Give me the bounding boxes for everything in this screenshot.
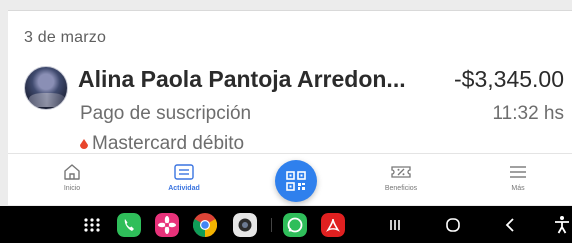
transaction-time: 11:32 hs [492, 103, 564, 124]
avatar [24, 66, 68, 110]
dock-separator [271, 218, 272, 232]
qr-code-icon [286, 171, 306, 191]
recents-icon[interactable] [383, 213, 407, 237]
nav-item-actividad[interactable]: Actividad [144, 164, 224, 192]
discount-ticket-icon [391, 166, 411, 178]
nav-item-mas[interactable]: Más [478, 164, 558, 192]
qr-scan-button[interactable] [275, 160, 317, 202]
pdf-reader-icon[interactable] [321, 213, 345, 237]
home-icon [64, 164, 80, 180]
nav-item-beneficios[interactable]: Beneficios [361, 164, 441, 192]
nav-label-mas: Más [511, 185, 525, 192]
nav-label-inicio: Inicio [63, 185, 81, 192]
activity-list-icon [174, 164, 194, 180]
back-icon[interactable] [499, 213, 523, 237]
payment-method: Mastercard débito [80, 133, 244, 155]
accessibility-icon[interactable] [550, 213, 572, 237]
nav-label-actividad: Actividad [168, 185, 200, 192]
whatsapp-icon[interactable] [283, 213, 307, 237]
payment-method-label: Mastercard débito [92, 133, 245, 154]
nav-label-beneficios: Beneficios [384, 185, 418, 192]
date-header: 3 de marzo [24, 29, 107, 46]
system-navigation-bar [0, 206, 572, 243]
divider [8, 10, 572, 11]
mastercard-icon [80, 139, 88, 149]
home-circle-icon[interactable] [441, 213, 465, 237]
photos-icon[interactable] [155, 213, 179, 237]
chrome-icon[interactable] [193, 213, 217, 237]
phone-icon[interactable] [117, 213, 141, 237]
app-screen: 3 de marzo Alina Paola Pantoja Arredon..… [0, 0, 572, 243]
transaction-description: Pago de suscripción [80, 103, 252, 124]
nav-item-inicio[interactable]: Inicio [32, 164, 112, 192]
camera-icon[interactable] [233, 213, 257, 237]
app-drawer-icon[interactable] [80, 213, 104, 237]
menu-icon [510, 166, 526, 178]
transaction-amount: -$3,345.00 [454, 66, 564, 92]
transaction-name: Alina Paola Pantoja Arredon... [78, 66, 406, 92]
